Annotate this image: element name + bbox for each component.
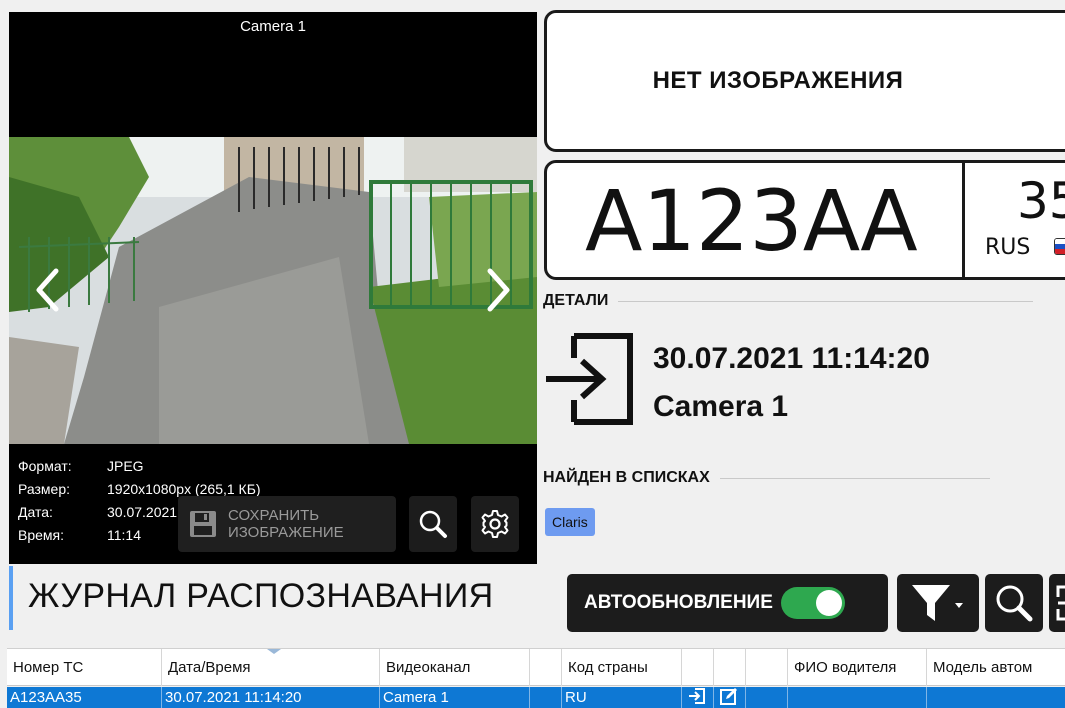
lists-section-header: НАЙДЕН В СПИСКАХ [543,469,990,487]
save-label-line2: ИЗОБРАЖЕНИЕ [228,524,344,541]
info-key: Дата: [18,504,53,520]
column-header-channel[interactable]: Видеоканал [380,649,530,686]
plate-number-area: А123АА [547,163,965,277]
cell-empty [530,687,562,708]
filter-button[interactable] [897,574,979,632]
detection-datetime: 30.07.2021 11:14:20 [653,342,930,375]
cell-channel: Camera 1 [380,687,530,708]
column-header-edit[interactable] [714,649,746,686]
info-value: JPEG [107,458,144,474]
save-icon [190,511,216,537]
column-header-empty[interactable] [746,649,788,686]
plate-region: 35 [1017,172,1065,230]
column-header-empty[interactable] [530,649,562,686]
no-image-text: НЕТ ИЗОБРАЖЕНИЯ [652,67,904,94]
list-tag[interactable]: Claris [545,508,595,536]
expand-icon [1056,585,1065,621]
divider [618,300,1034,302]
column-header-plate[interactable]: Номер ТС [7,649,162,686]
save-label-line1: СОХРАНИТЬ [228,507,320,524]
plate-country: RUS [985,235,1031,260]
plate-image-placeholder: НЕТ ИЗОБРАЖЕНИЯ [544,10,1065,152]
table-row[interactable]: A123AA35 30.07.2021 11:14:20 Camera 1 RU [7,687,1065,708]
settings-icon [481,510,509,538]
column-header-model[interactable]: Модель автом [927,649,1065,686]
autoupdate-toggle[interactable] [780,587,845,619]
zoom-icon [419,510,447,538]
cell-direction [682,687,714,708]
info-key: Размер: [18,481,71,497]
russia-flag-icon [1054,238,1065,255]
enter-icon [689,688,705,704]
plate-region-area: 35 RUS [975,163,1065,277]
lists-heading: НАЙДЕН В СПИСКАХ [543,469,710,486]
chevron-left-icon [36,268,59,312]
license-plate: А123АА 35 RUS [544,160,1065,280]
cell-model [927,687,1065,708]
info-key: Формат: [18,458,72,474]
table-header: Номер ТС Дата/Время Видеоканал Код стран… [7,649,1065,686]
camera-title: Camera 1 [240,18,306,35]
autoupdate-label: АВТООБНОВЛЕНИЕ [584,592,773,613]
edit-icon [720,688,737,705]
enter-icon [546,333,633,425]
title-accent-bar [9,566,13,630]
details-section-header: ДЕТАЛИ [543,292,1034,310]
settings-button[interactable] [471,496,519,552]
cell-plate: A123AA35 [7,687,162,708]
toggle-knob [815,590,842,616]
cell-datetime: 30.07.2021 11:14:20 [162,687,380,708]
expand-button[interactable] [1049,574,1065,632]
column-header-datetime[interactable]: Дата/Время [162,649,380,686]
divider [719,477,990,479]
chevron-right-icon [487,268,510,312]
info-value: 11:14 [107,527,141,543]
cell-country: RU [562,687,682,708]
save-image-button[interactable]: СОХРАНИТЬ ИЗОБРАЖЕНИЕ [178,496,396,552]
next-image-button[interactable] [481,262,517,318]
camera-viewer: Camera 1 Формат: JPEG Размер: 1920x1080p… [9,12,537,564]
journal-title: ЖУРНАЛ РАСПОЗНАВАНИЯ [28,577,494,615]
column-header-driver[interactable]: ФИО водителя [788,649,927,686]
search-button[interactable] [985,574,1043,632]
cell-edit[interactable] [714,687,746,708]
filter-icon [912,585,963,621]
app-window: Camera 1 Формат: JPEG Размер: 1920x1080p… [0,0,1065,708]
detection-camera: Camera 1 [653,390,789,423]
column-header-country[interactable]: Код страны [562,649,682,686]
camera-snapshot [9,137,537,444]
prev-image-button[interactable] [29,262,65,318]
autoupdate-button[interactable]: АВТООБНОВЛЕНИЕ [567,574,888,632]
info-key: Время: [18,527,65,543]
cell-empty [746,687,788,708]
recognition-table: Номер ТС Дата/Время Видеоканал Код стран… [7,648,1065,708]
column-header-direction[interactable] [682,649,714,686]
details-heading: ДЕТАЛИ [543,292,609,309]
cell-driver [788,687,927,708]
search-icon [996,585,1033,622]
info-value: 30.07.2021 [107,504,178,520]
info-row-format: Формат: JPEG [18,455,261,478]
sort-desc-icon [267,649,281,654]
plate-number: А123АА [585,172,918,270]
zoom-button[interactable] [409,496,457,552]
